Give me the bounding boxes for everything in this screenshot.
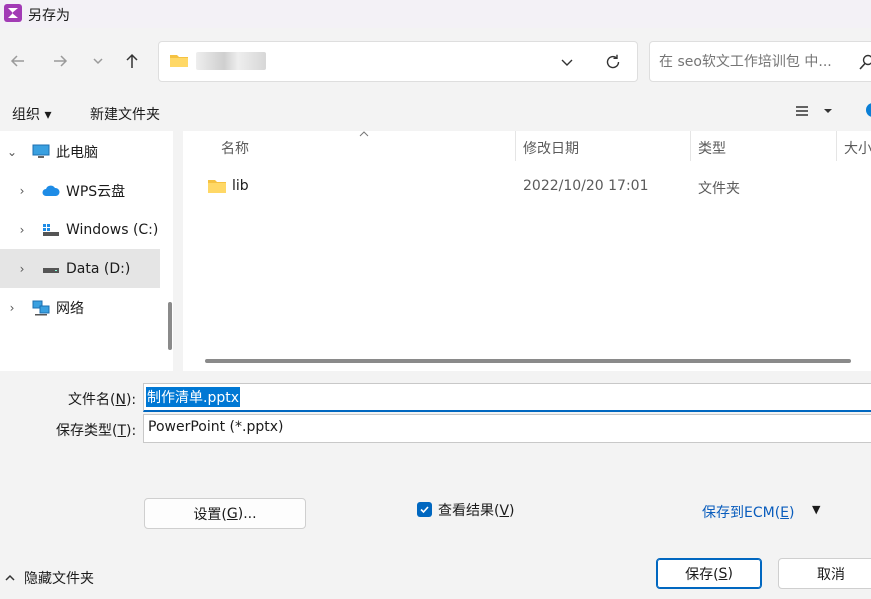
column-header-name[interactable]: 名称 — [221, 138, 249, 158]
windows-drive-icon — [43, 223, 59, 236]
filename-input[interactable] — [143, 383, 871, 412]
chevron-down-icon — [93, 58, 103, 65]
cancel-button[interactable]: 取消 — [778, 558, 871, 589]
chevron-right-icon[interactable]: › — [12, 223, 32, 237]
chevron-down-icon — [561, 59, 573, 66]
sort-ascending-icon — [359, 131, 369, 137]
folder-icon — [208, 180, 226, 193]
chevron-right-icon[interactable]: › — [12, 184, 32, 198]
filename-value[interactable]: 制作清单.pptx — [146, 387, 240, 407]
chevron-right-icon[interactable]: › — [12, 262, 32, 276]
filetype-label: 保存类型(T): — [56, 423, 137, 439]
navigation-pane: ⌄ 此电脑 › WPS云盘 › Windows (C:) › Data (D:)… — [0, 131, 173, 371]
title-bar — [0, 0, 871, 28]
recent-locations-button[interactable] — [84, 47, 112, 75]
navigation-scrollbar[interactable] — [168, 302, 172, 350]
save-to-ecm-link[interactable]: 保存到ECM(E) — [702, 502, 795, 522]
tree-item-network[interactable]: › 网络 — [0, 288, 160, 327]
forward-button[interactable] — [46, 47, 74, 75]
wps-logo-icon — [4, 4, 22, 22]
list-view-icon — [796, 106, 808, 116]
column-header-size[interactable]: 大小 — [844, 138, 871, 158]
search-input[interactable] — [659, 52, 849, 72]
tree-item-wps-cloud[interactable]: › WPS云盘 — [0, 171, 160, 210]
new-folder-button[interactable]: 新建文件夹 — [90, 104, 160, 124]
drive-icon — [43, 267, 59, 273]
up-button[interactable] — [118, 47, 146, 75]
column-header-date[interactable]: 修改日期 — [523, 138, 579, 158]
tree-label: WPS云盘 — [66, 183, 126, 200]
table-row[interactable] — [190, 170, 850, 202]
tree-label: 此电脑 — [56, 144, 98, 161]
tree-item-data-d[interactable]: › Data (D:) — [0, 249, 160, 288]
tree-label: 网络 — [56, 300, 84, 317]
search-icon[interactable] — [859, 54, 871, 70]
tree-item-windows-c[interactable]: › Windows (C:) — [0, 210, 160, 249]
refresh-button[interactable] — [599, 48, 627, 76]
file-list — [183, 131, 871, 371]
column-divider[interactable] — [515, 131, 516, 161]
view-result-checkbox[interactable] — [417, 502, 432, 517]
chevron-up-icon — [5, 574, 15, 581]
network-icon — [32, 300, 50, 315]
arrow-up-icon — [126, 53, 138, 68]
computer-icon — [32, 144, 50, 158]
column-divider[interactable] — [690, 131, 691, 161]
file-date: 2022/10/20 17:01 — [523, 178, 649, 194]
arrow-left-icon — [10, 55, 24, 67]
folder-icon — [170, 55, 188, 67]
hide-folders-toggle[interactable]: 隐藏文件夹 — [4, 568, 94, 588]
filename-label: 文件名(N): — [68, 392, 137, 408]
hide-folders-label: 隐藏文件夹 — [24, 571, 94, 587]
tree-label: Data (D:) — [66, 260, 131, 277]
chevron-right-icon[interactable]: › — [2, 301, 22, 315]
cloud-icon — [42, 185, 60, 196]
file-type: 文件夹 — [698, 181, 740, 197]
view-result-label[interactable]: 查看结果(V) — [438, 500, 515, 520]
checkmark-icon — [420, 506, 429, 514]
column-header-type[interactable]: 类型 — [698, 138, 726, 158]
tree-label: Windows (C:) — [66, 221, 159, 238]
organize-menu-button[interactable]: 组织 ▾ — [12, 104, 51, 124]
view-options-button[interactable] — [795, 104, 833, 118]
file-name[interactable]: lib — [232, 178, 249, 194]
save-button[interactable]: 保存(S) — [656, 558, 762, 589]
caret-down-icon[interactable]: ▼ — [812, 503, 820, 516]
settings-button[interactable]: 设置(G)... — [144, 498, 306, 529]
back-button[interactable] — [4, 47, 32, 75]
arrow-right-icon — [54, 55, 68, 67]
chevron-down-icon[interactable]: ⌄ — [2, 145, 22, 159]
address-dropdown-button[interactable] — [553, 48, 581, 76]
caret-down-icon — [824, 109, 832, 113]
column-divider[interactable] — [836, 131, 837, 161]
refresh-icon — [606, 54, 620, 69]
filetype-value[interactable]: PowerPoint (*.pptx) — [148, 419, 283, 435]
tree-item-this-pc[interactable]: ⌄ 此电脑 — [0, 132, 160, 171]
horizontal-scrollbar[interactable] — [205, 359, 851, 363]
address-path[interactable]: · · · — [196, 52, 266, 70]
window-title: 另存为 — [28, 8, 70, 24]
